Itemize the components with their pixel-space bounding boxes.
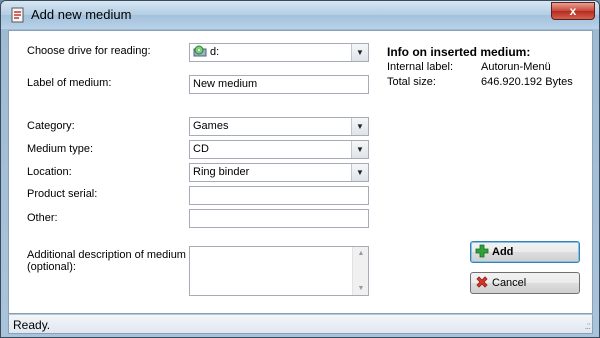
product-serial-label: Product serial: [27,188,98,200]
total-size-label: Total size: [387,76,436,88]
green-plus-icon [475,244,489,258]
chevron-down-icon[interactable]: ▼ [351,118,368,135]
medium-type-label: Medium type: [27,143,94,155]
location-select[interactable]: Ring binder ▼ [189,163,369,182]
dialog-body: Choose drive for reading: d: ▼ Label of … [8,30,593,314]
description-label-line1: Additional description of medium [27,249,186,261]
add-button-label: Add [492,246,514,258]
internal-label-value: Autorun-Menü [481,61,551,73]
medium-type-value: CD [193,143,209,155]
medium-add-icon [11,7,24,23]
category-select[interactable]: Games ▼ [189,117,369,136]
cd-drive-icon [193,45,207,57]
add-button[interactable]: Add [470,241,580,263]
description-scrollbar[interactable]: ▲ ▼ [352,247,368,295]
category-value: Games [193,120,229,132]
cancel-button-label: Cancel [492,277,527,289]
description-textarea[interactable]: ▲ ▼ [189,246,369,296]
other-input[interactable] [189,209,369,228]
chevron-down-icon[interactable]: ▼ [351,44,368,61]
red-x-icon [476,276,488,288]
product-serial-input[interactable] [189,186,369,205]
scroll-down-icon[interactable]: ▼ [353,285,369,292]
add-medium-dialog: Add new medium x Choose drive for readin… [0,0,600,338]
drive-select[interactable]: d: ▼ [189,43,369,62]
status-bar: Ready. .:: [8,314,593,334]
scroll-up-icon[interactable]: ▲ [353,250,369,257]
location-label: Location: [27,166,72,178]
medium-label-input[interactable]: New medium [189,75,369,94]
chevron-down-icon[interactable]: ▼ [351,141,368,158]
title-bar[interactable]: Add new medium x [1,1,599,29]
internal-label-label: Internal label: [387,61,454,73]
medium-label-label: Label of medium: [27,77,112,89]
close-button[interactable]: x [551,2,595,20]
info-title: Info on inserted medium: [387,45,531,59]
chevron-down-icon[interactable]: ▼ [351,164,368,181]
cancel-button[interactable]: Cancel [470,272,580,294]
description-label-line2: (optional): [27,261,76,273]
other-label: Other: [27,212,58,224]
status-text: Ready. [13,318,51,332]
drive-label: Choose drive for reading: [27,45,151,57]
window-title: Add new medium [31,7,132,22]
category-label: Category: [27,120,75,132]
location-value: Ring binder [193,166,250,178]
total-size-value: 646.920.192 Bytes [481,76,573,88]
resize-grip-icon[interactable]: .:: [585,321,591,332]
drive-value: d: [210,46,220,58]
medium-type-select[interactable]: CD ▼ [189,140,369,159]
